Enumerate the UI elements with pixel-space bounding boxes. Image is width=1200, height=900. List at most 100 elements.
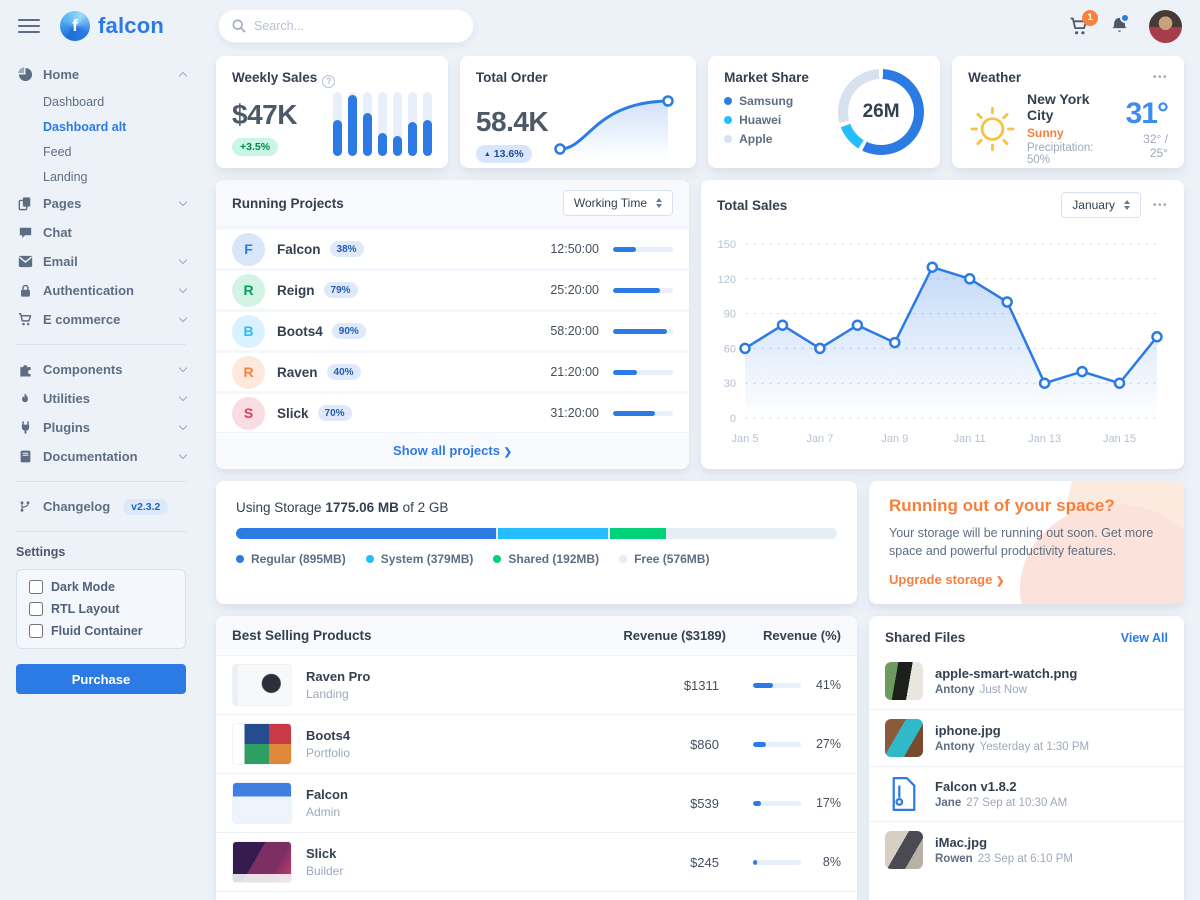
chevron-up-icon: [179, 72, 187, 80]
toggle-label: Dark Mode: [51, 580, 115, 594]
sidebar-item-pages[interactable]: Pages: [16, 189, 186, 218]
ellipsis-menu-icon[interactable]: •••: [1153, 200, 1168, 211]
sidebar-item-ecommerce[interactable]: E commerce: [16, 305, 186, 334]
svg-text:Jan 15: Jan 15: [1103, 433, 1136, 445]
sidebar-item-authentication[interactable]: Authentication: [16, 276, 186, 305]
product-name[interactable]: Falcon: [306, 787, 348, 802]
project-row[interactable]: R Reign 79% 25:20:00: [216, 268, 689, 309]
ellipsis-menu-icon[interactable]: •••: [1153, 72, 1168, 83]
product-name[interactable]: Raven Pro: [306, 669, 370, 684]
rtl-layout-checkbox[interactable]: [29, 602, 43, 616]
cart-count-badge: 1: [1082, 10, 1098, 26]
chevron-down-icon: [179, 393, 187, 401]
month-select[interactable]: January: [1061, 192, 1141, 218]
product-category: Admin: [306, 805, 348, 819]
stats-row: Weekly Sales? $47K +3.5% Total Order 58.…: [216, 56, 1184, 168]
file-name[interactable]: apple-smart-watch.png: [935, 666, 1077, 681]
search-input[interactable]: [254, 19, 460, 33]
product-row[interactable]: Boots4Portfolio $860 27%: [216, 714, 857, 773]
project-row[interactable]: F Falcon 38% 12:50:00: [216, 227, 689, 268]
topbar-actions: 1: [1069, 10, 1182, 43]
market-share-donut-chart: 26M: [838, 69, 924, 155]
product-row[interactable]: Raven ProLanding $1311 41%: [216, 655, 857, 714]
fluid-container-checkbox[interactable]: [29, 624, 43, 638]
project-row[interactable]: S Slick 70% 31:20:00: [216, 391, 689, 432]
sidebar-item-documentation[interactable]: Documentation: [16, 442, 186, 471]
sidebar-item-home[interactable]: Home: [16, 60, 186, 89]
chevron-down-icon: [179, 256, 187, 264]
sidebar-item-components[interactable]: Components: [16, 355, 186, 384]
working-time-select[interactable]: Working Time: [563, 190, 673, 216]
search-icon: [232, 19, 246, 33]
cart-button[interactable]: 1: [1069, 17, 1090, 36]
shell: Home Dashboard Dashboard alt Feed Landin…: [0, 52, 1200, 900]
project-progress-bar: [613, 411, 673, 416]
sidebar-item-landing[interactable]: Landing: [16, 164, 186, 189]
dark-mode-checkbox[interactable]: [29, 580, 43, 594]
project-name[interactable]: Reign: [277, 283, 315, 298]
file-name[interactable]: iphone.jpg: [935, 723, 1089, 738]
storage-segment: [668, 528, 837, 539]
project-row[interactable]: R Raven 40% 21:20:00: [216, 350, 689, 391]
file-name[interactable]: iMac.jpg: [935, 835, 1073, 850]
shared-file-item[interactable]: iphone.jpg AntonyYesterday at 1:30 PM: [869, 709, 1184, 766]
project-name[interactable]: Boots4: [277, 324, 323, 339]
project-name[interactable]: Slick: [277, 406, 309, 421]
project-percent-badge: 70%: [318, 405, 352, 421]
sidebar-item-chat[interactable]: Chat: [16, 218, 186, 247]
notifications-button[interactable]: [1110, 16, 1129, 36]
product-name[interactable]: Slick: [306, 846, 343, 861]
product-row[interactable]: SlickBuilder $245 8%: [216, 832, 857, 891]
fluid-container-toggle[interactable]: Fluid Container: [29, 624, 173, 638]
shared-file-item[interactable]: Falcon v1.8.2 Jane27 Sep at 10:30 AM: [869, 766, 1184, 821]
view-all-link[interactable]: View All: [1121, 631, 1168, 645]
project-name[interactable]: Falcon: [277, 242, 321, 257]
file-user: Antony: [935, 684, 975, 696]
sidebar-item-feed[interactable]: Feed: [16, 139, 186, 164]
storage-used: 1775.06 MB: [325, 500, 399, 515]
file-archive-icon: [885, 776, 923, 812]
sidebar-item-utilities[interactable]: Utilities: [16, 384, 186, 413]
fire-icon: [16, 391, 34, 406]
plug-icon: [16, 420, 34, 435]
project-row[interactable]: B Boots4 90% 58:20:00: [216, 309, 689, 350]
project-name[interactable]: Raven: [277, 365, 318, 380]
sidebar-item-email[interactable]: Email: [16, 247, 186, 276]
product-name[interactable]: Boots4: [306, 728, 350, 743]
storage-legend-item: Regular (895MB): [236, 552, 346, 566]
hamburger-menu-icon[interactable]: [18, 19, 40, 33]
product-row[interactable]: [216, 891, 857, 900]
total-order-title: Total Order: [476, 70, 680, 85]
project-avatar: F: [232, 233, 265, 266]
product-progress-bar: [753, 801, 801, 806]
project-avatar: B: [232, 315, 265, 348]
help-icon[interactable]: ?: [322, 75, 335, 88]
file-time: Just Now: [980, 684, 1027, 696]
product-row[interactable]: FalconAdmin $539 17%: [216, 773, 857, 832]
product-category: Portfolio: [306, 746, 350, 760]
weather-precipitation: Precipitation: 50%: [1027, 142, 1114, 166]
weekly-sales-title: Weekly Sales?: [232, 70, 432, 88]
shared-file-item[interactable]: apple-smart-watch.png Antony Just Now: [869, 653, 1184, 709]
sidebar-item-label: Components: [43, 362, 122, 377]
upgrade-storage-link[interactable]: Upgrade storage ❯: [889, 572, 1004, 587]
dark-mode-toggle[interactable]: Dark Mode: [29, 580, 173, 594]
search-box[interactable]: [218, 9, 474, 43]
select-value: January: [1072, 198, 1115, 212]
svg-text:Jan 5: Jan 5: [732, 433, 759, 445]
show-all-projects-link[interactable]: Show all projects ❯: [393, 443, 512, 458]
sidebar-item-dashboard-alt[interactable]: Dashboard alt: [16, 114, 186, 139]
sidebar-item-dashboard[interactable]: Dashboard: [16, 89, 186, 114]
purchase-button[interactable]: Purchase: [16, 664, 186, 694]
caret-up-icon: ▲: [484, 151, 491, 158]
user-avatar[interactable]: [1149, 10, 1182, 43]
product-revenue: $245: [624, 855, 719, 870]
file-name[interactable]: Falcon v1.8.2: [935, 779, 1067, 794]
product-revenue: $860: [624, 737, 719, 752]
sidebar-item-changelog[interactable]: Changelog v2.3.2: [16, 492, 186, 521]
sidebar-item-plugins[interactable]: Plugins: [16, 413, 186, 442]
weather-condition: Sunny: [1027, 126, 1114, 140]
rtl-layout-toggle[interactable]: RTL Layout: [29, 602, 173, 616]
shared-file-item[interactable]: iMac.jpg Rowen23 Sep at 6:10 PM: [869, 821, 1184, 878]
brand-logo[interactable]: f falcon: [60, 11, 164, 41]
